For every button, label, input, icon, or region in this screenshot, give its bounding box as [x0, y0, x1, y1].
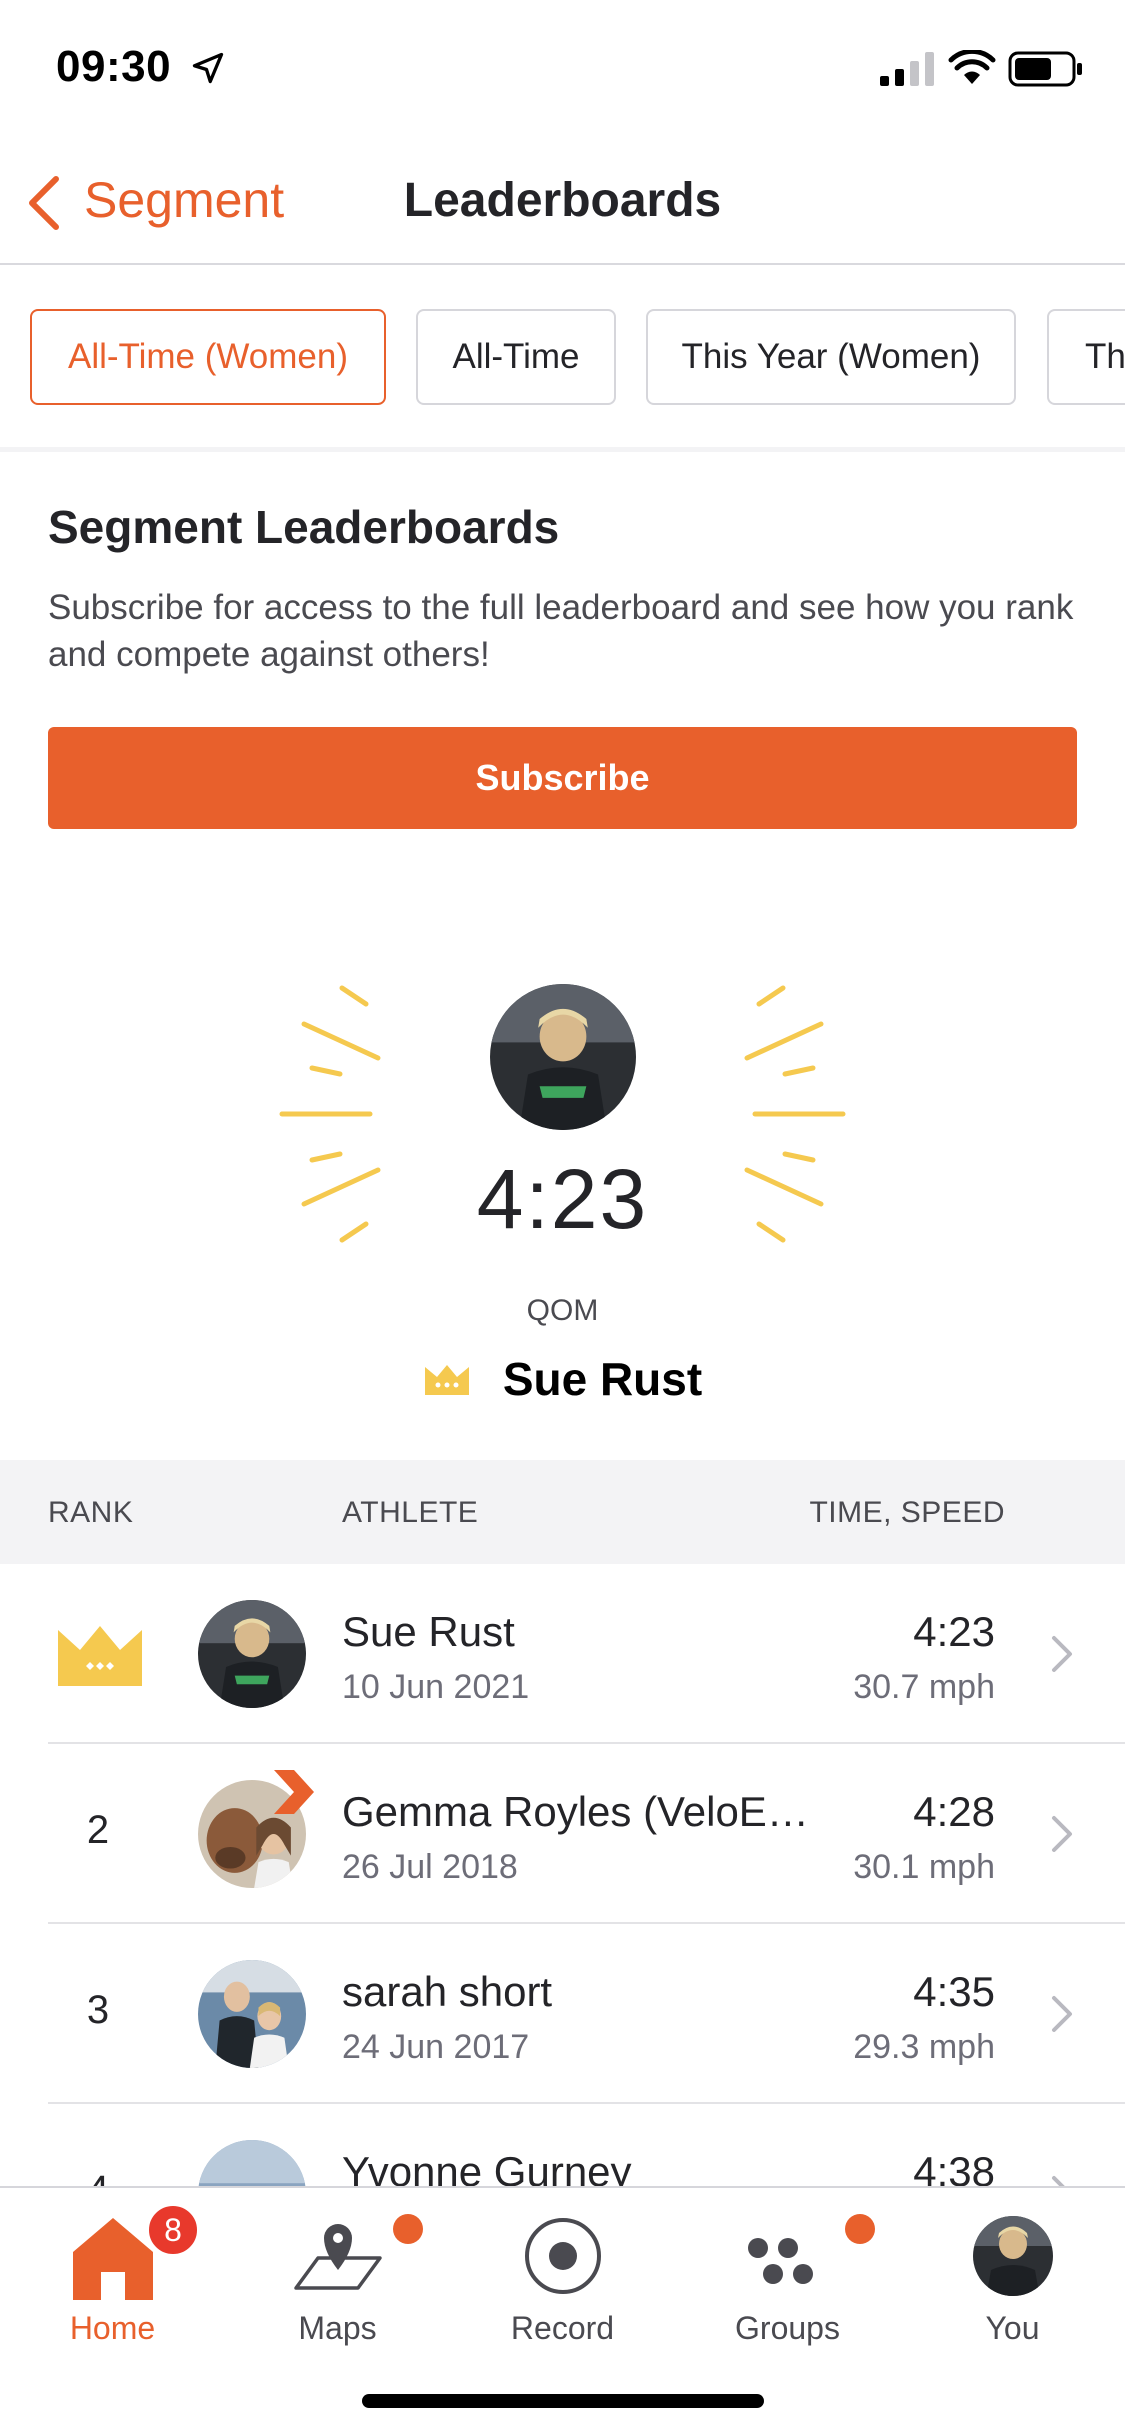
subscriber-badge-icon	[274, 1770, 314, 1814]
crown-icon	[58, 1626, 142, 1686]
tab-you-label: You	[985, 2310, 1040, 2346]
wifi-icon	[948, 50, 996, 84]
effort-date: 24 Jun 2017	[342, 2028, 530, 2066]
profile-avatar	[972, 2216, 1053, 2296]
effort-speed: 29.3 mph	[853, 2028, 995, 2066]
rank-column-header: RANK	[48, 1496, 134, 1529]
rank-number: 3	[86, 1988, 110, 2032]
effort-date: 10 Jun 2021	[342, 1668, 530, 1706]
chevron-right-icon	[1052, 1636, 1072, 1672]
tab-record[interactable]: Record	[450, 2188, 675, 2348]
qom-time: 4:23	[476, 1152, 649, 1246]
qom-athlete: Sue Rust	[0, 1352, 1125, 1406]
qom-athlete-name[interactable]: Sue Rust	[503, 1352, 702, 1406]
tab-groups[interactable]: Groups	[675, 2188, 900, 2348]
leaderboard-row[interactable]: 3 sarah short 24 Jun 2017 4:35 29.3 mph	[0, 1924, 1125, 2104]
avatar[interactable]	[198, 1600, 306, 1708]
athlete-name: Gemma Royles (VeloE…	[342, 1788, 809, 1835]
tab-you[interactable]: You	[900, 2188, 1125, 2348]
athlete-column-header: ATHLETE	[342, 1496, 479, 1529]
rank-number: 2	[86, 1808, 110, 1852]
notification-badge: 8	[145, 2202, 201, 2258]
leaderboard-row[interactable]: Sue Rust 10 Jun 2021 4:23 30.7 mph	[0, 1564, 1125, 1744]
subscribe-button[interactable]: Subscribe	[48, 727, 1077, 829]
leaderboard-table-header: RANK ATHLETE TIME, SPEED	[0, 1460, 1125, 1564]
tab-record-label: Record	[510, 2310, 615, 2346]
chevron-right-icon	[1052, 1996, 1072, 2032]
subscribe-card-title: Segment Leaderboards	[48, 501, 560, 553]
tab-groups-label: Groups	[735, 2310, 840, 2346]
page-title: Leaderboards	[403, 174, 722, 227]
battery-icon	[1008, 51, 1082, 87]
tab-home-label: Home	[69, 2310, 156, 2346]
cellular-signal-icon	[880, 52, 934, 86]
athlete-name: Sue Rust	[342, 1608, 515, 1655]
effort-time: 4:23	[913, 1608, 995, 1655]
subscribe-card: Segment Leaderboards Subscribe for acces…	[0, 452, 1125, 876]
effort-speed: 30.7 mph	[853, 1668, 995, 1706]
tab-maps[interactable]: Maps	[225, 2188, 450, 2348]
tab-this-year[interactable]: Th	[1047, 309, 1125, 405]
avatar[interactable]	[198, 1960, 306, 2068]
qom-hero: 4:23 QOM Sue Rust	[0, 876, 1125, 1460]
chevron-right-icon	[1052, 1816, 1072, 1852]
status-bar: 09:30	[0, 0, 1125, 135]
effort-date: 26 Jul 2018	[342, 1848, 518, 1886]
effort-time: 4:35	[913, 1968, 995, 2015]
status-time: 09:30	[56, 42, 172, 91]
leaderboard-row[interactable]: 2 Gemma Royles (VeloE… 26 Jul 2018 4:28 …	[0, 1744, 1125, 1924]
map-icon	[293, 2224, 382, 2290]
leaderboard-filter-tabs: All-Time (Women) All-Time This Year (Wom…	[0, 267, 1125, 447]
qom-athlete-avatar[interactable]	[490, 984, 636, 1130]
groups-icon	[747, 2238, 813, 2284]
qom-label: QOM	[526, 1294, 599, 1327]
effort-time: 4:28	[913, 1788, 995, 1835]
location-arrow-icon	[192, 52, 224, 84]
groups-update-dot	[845, 2214, 875, 2244]
tab-all-time-women[interactable]: All-Time (Women)	[30, 309, 386, 405]
crown-icon	[424, 1365, 469, 1395]
home-indicator[interactable]	[362, 2394, 764, 2408]
record-icon	[524, 2218, 601, 2294]
subscribe-card-text: Subscribe for access to the full leaderb…	[48, 588, 1074, 674]
tab-home[interactable]: 8 Home	[0, 2188, 225, 2348]
effort-speed: 30.1 mph	[853, 1848, 995, 1886]
time-speed-column-header: TIME, SPEED	[809, 1496, 1005, 1529]
navigation-bar: Segment Leaderboards	[0, 135, 1125, 265]
tab-maps-label: Maps	[298, 2310, 377, 2346]
tab-all-time[interactable]: All-Time	[416, 309, 616, 405]
athlete-name: sarah short	[342, 1968, 553, 2015]
maps-update-dot	[393, 2214, 423, 2244]
tab-this-year-women[interactable]: This Year (Women)	[646, 309, 1016, 405]
